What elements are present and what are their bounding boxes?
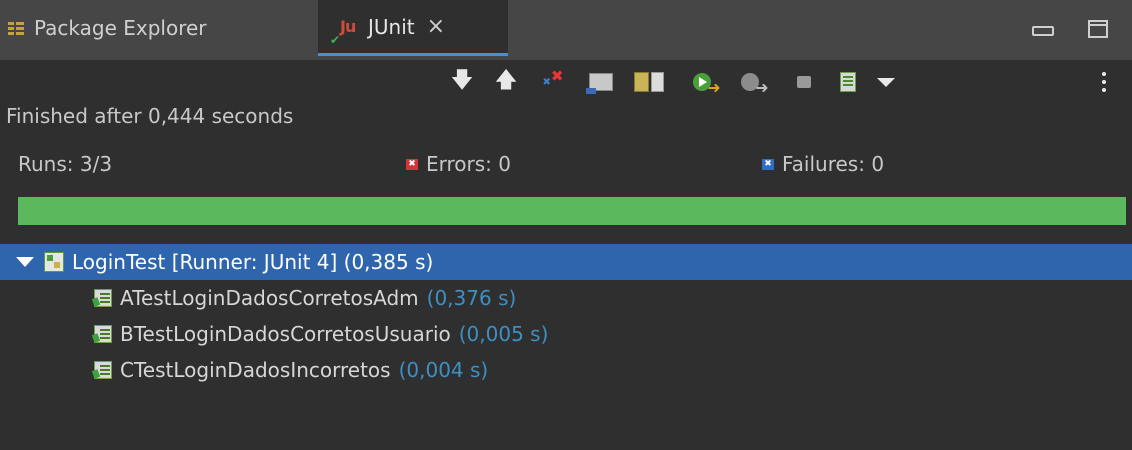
tab-junit[interactable]: ✔ Ju JUnit × <box>318 0 508 56</box>
scroll-lock-icon[interactable] <box>586 68 616 96</box>
test-row[interactable]: CTestLoginDadosIncorretos (0,004 s) <box>0 352 1132 388</box>
tab-package-explorer-label: Package Explorer <box>34 16 207 40</box>
finished-message: Finished after 0,444 seconds <box>6 104 294 128</box>
test-name: BTestLoginDadosCorretosUsuario <box>120 322 451 346</box>
collapse-icon[interactable] <box>16 257 34 267</box>
errors-label: Errors: <box>426 152 492 176</box>
test-name: CTestLoginDadosIncorretos <box>120 358 391 382</box>
runs-label: Runs: <box>18 152 74 176</box>
test-passed-icon <box>94 361 112 379</box>
counters-panel: Runs: 3/3 ✖ Errors: 0 ✖ Failures: 0 <box>0 148 1132 182</box>
close-tab-icon[interactable]: × <box>427 14 445 39</box>
test-run-history-icon[interactable] <box>634 68 664 96</box>
progress-bar-fill <box>18 197 1126 225</box>
test-time: (0,376 s) <box>426 286 517 310</box>
package-explorer-icon <box>8 20 24 36</box>
minimize-view-button[interactable] <box>1032 26 1054 36</box>
root-time: (0,385 s) <box>343 250 434 274</box>
test-passed-icon <box>94 289 112 307</box>
test-tree: LoginTest [Runner: JUnit 4] (0,385 s) AT… <box>0 244 1132 388</box>
previous-failure-icon[interactable]: 🡅 <box>494 68 518 96</box>
more-options-icon[interactable] <box>1096 68 1112 96</box>
test-name: ATestLoginDadosCorretosAdm <box>120 286 419 310</box>
runs-counter: Runs: 3/3 <box>18 152 112 176</box>
view-tab-bar: Package Explorer ✔ Ju JUnit × <box>0 0 1132 60</box>
errors-value: 0 <box>498 152 512 176</box>
error-icon: ✖ <box>406 158 418 170</box>
junit-toolbar: 🡇 🡅 ✖ ✖ ➜ ➜ <box>0 60 1132 104</box>
failures-counter: ✖ Failures: 0 <box>762 152 884 176</box>
tab-package-explorer[interactable]: Package Explorer <box>8 0 207 56</box>
show-failures-only-icon[interactable]: ✖ ✖ <box>538 67 568 96</box>
tab-junit-label: JUnit <box>368 14 415 39</box>
rerun-failed-first-icon[interactable]: ➜ <box>738 68 772 97</box>
rerun-test-icon[interactable]: ➜ <box>690 68 724 97</box>
test-suite-icon <box>44 252 64 272</box>
layout-icon[interactable] <box>834 68 862 96</box>
stop-icon[interactable] <box>790 68 818 96</box>
runs-value: 3/3 <box>79 152 113 176</box>
test-time: (0,005 s) <box>458 322 549 346</box>
tree-root-row[interactable]: LoginTest [Runner: JUnit 4] (0,385 s) <box>0 244 1132 280</box>
test-row[interactable]: BTestLoginDadosCorretosUsuario (0,005 s) <box>0 316 1132 352</box>
maximize-view-button[interactable] <box>1088 20 1108 38</box>
test-row[interactable]: ATestLoginDadosCorretosAdm (0,376 s) <box>0 280 1132 316</box>
errors-counter: ✖ Errors: 0 <box>406 152 511 176</box>
failures-label: Failures: <box>782 152 865 176</box>
root-label: LoginTest [Runner: JUnit 4] <box>72 250 338 274</box>
failure-icon: ✖ <box>762 158 774 170</box>
failures-value: 0 <box>871 152 885 176</box>
view-menu-icon[interactable] <box>872 68 900 96</box>
test-passed-icon <box>94 325 112 343</box>
progress-bar <box>18 197 1126 225</box>
next-failure-icon[interactable]: 🡇 <box>450 68 474 96</box>
test-time: (0,004 s) <box>398 358 489 382</box>
